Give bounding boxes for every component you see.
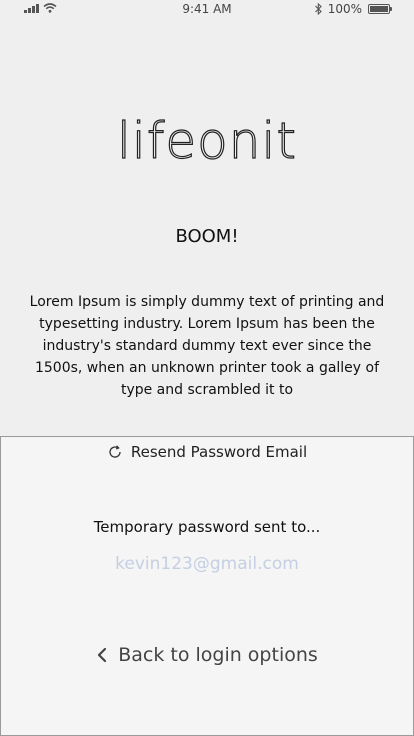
body-text: Lorem Ipsum is simply dummy text of prin…: [29, 294, 385, 398]
temporary-password-label: Temporary password sent to...: [93, 518, 321, 536]
app-logo: lifeonit: [116, 111, 297, 170]
status-bar: 9:41 AM 100%: [0, 0, 414, 18]
chevron-left-icon: [98, 647, 107, 663]
battery-fill: [370, 6, 388, 12]
back-to-login-button[interactable]: Back to login options: [1, 644, 413, 666]
battery-percent: 100%: [327, 2, 362, 16]
screen: 9:41 AM 100% lifeonit BOOM! Lorem Ipsum …: [0, 0, 414, 736]
status-right: 100%: [314, 2, 392, 16]
refresh-icon: [109, 445, 121, 458]
headline: BOOM!: [175, 226, 239, 247]
resend-password-button[interactable]: Resend Password Email: [1, 443, 413, 461]
resend-label: Resend Password Email: [130, 443, 308, 461]
password-panel: Resend Password Email Temporary password…: [0, 436, 414, 736]
email-address: kevin123@gmail.com: [115, 554, 299, 574]
bluetooth-icon: [314, 3, 322, 15]
battery-icon: [368, 4, 392, 14]
back-label: Back to login options: [118, 644, 318, 666]
